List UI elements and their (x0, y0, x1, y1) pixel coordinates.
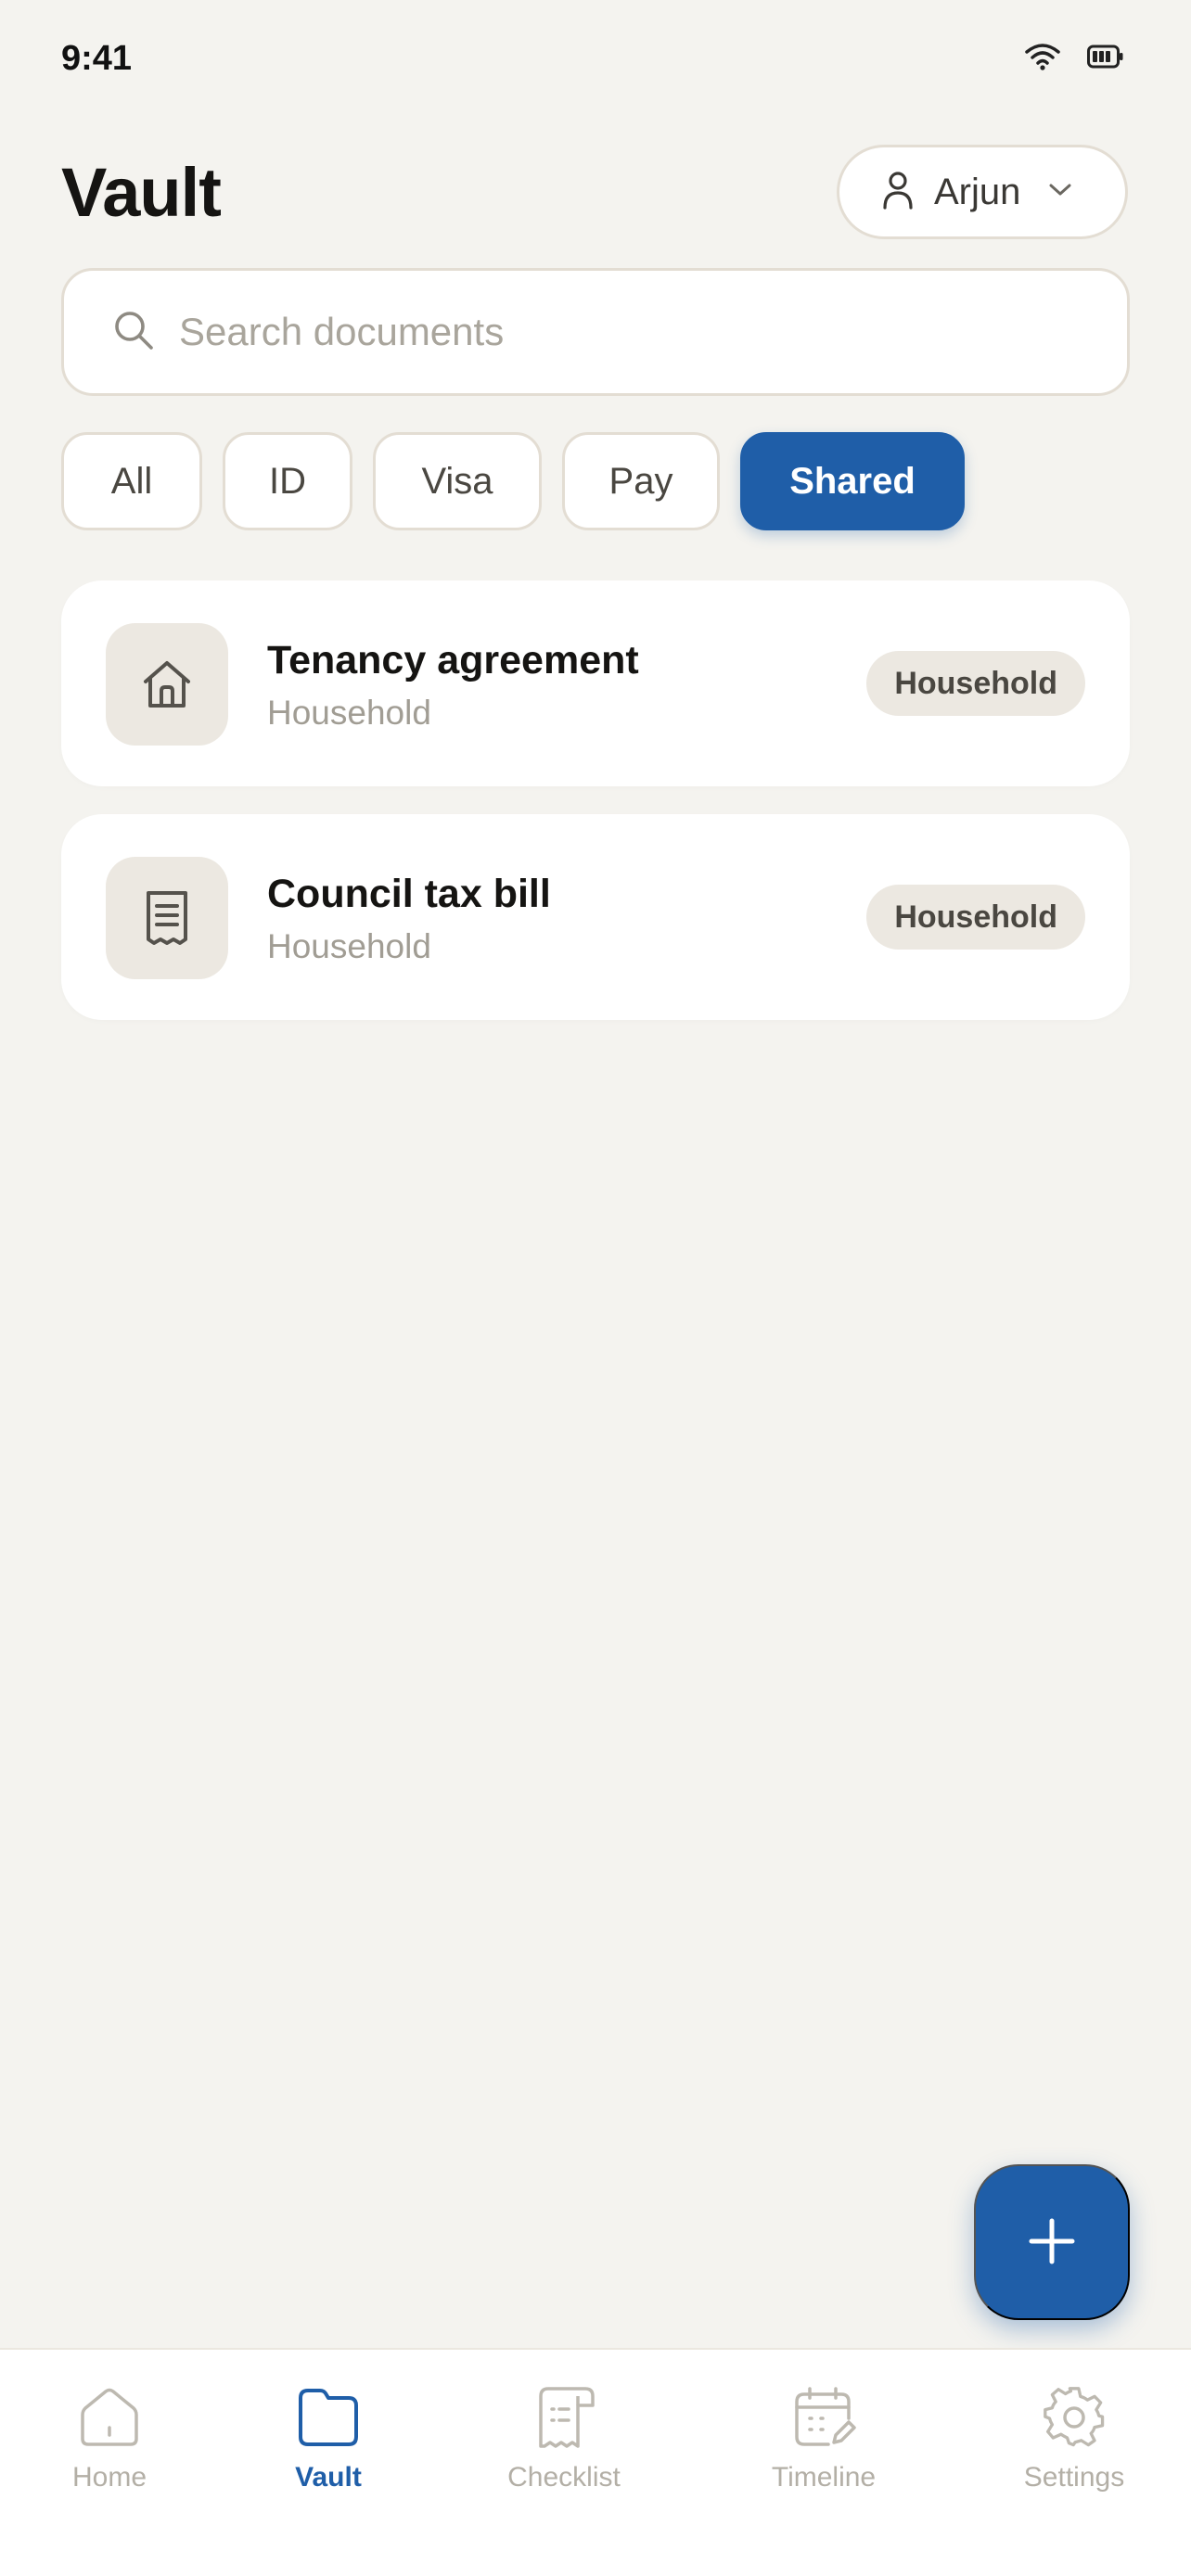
add-document-button[interactable] (974, 2164, 1130, 2320)
filter-chip-pay[interactable]: Pay (562, 432, 720, 530)
nav-item-timeline[interactable]: Timeline (731, 2385, 916, 2493)
nav-label: Vault (295, 2462, 362, 2493)
nav-item-vault[interactable]: Vault (236, 2385, 421, 2493)
house-icon (106, 623, 228, 746)
receipt-icon (106, 857, 228, 979)
calendar-icon (791, 2385, 856, 2455)
folder-icon (296, 2385, 361, 2455)
nav-label: Settings (1023, 2462, 1125, 2493)
profile-name: Arjun (934, 171, 1021, 212)
search-icon (112, 309, 155, 356)
document-title: Tenancy agreement (267, 638, 639, 682)
document-card[interactable]: Tenancy agreement Household Household (61, 580, 1130, 786)
profile-switcher[interactable]: Arjun (837, 145, 1128, 239)
nav-item-settings[interactable]: Settings (981, 2385, 1167, 2493)
chevron-down-icon (1048, 183, 1072, 202)
document-category: Household (267, 694, 431, 732)
filter-chip-visa[interactable]: Visa (373, 432, 542, 530)
search-bar[interactable] (61, 268, 1130, 396)
document-title: Council tax bill (267, 872, 551, 916)
nav-item-home[interactable]: Home (17, 2385, 202, 2493)
battery-icon (1087, 45, 1124, 69)
category-badge: Household (866, 651, 1085, 716)
filter-chip-id[interactable]: ID (223, 432, 352, 530)
category-badge: Household (866, 885, 1085, 950)
document-card[interactable]: Council tax bill Household Household (61, 814, 1130, 1020)
home-icon (77, 2385, 142, 2455)
status-time: 9:41 (61, 39, 133, 78)
nav-item-checklist[interactable]: Checklist (471, 2385, 657, 2493)
checklist-icon (531, 2385, 596, 2455)
document-category: Household (267, 927, 431, 965)
bottom-nav: Home Vault Checklist Timeline Settings (0, 2348, 1191, 2576)
filter-chip-all[interactable]: All (61, 432, 202, 530)
status-bar: 9:41 (0, 0, 1191, 121)
plus-icon (1026, 2215, 1078, 2270)
filter-chip-shared[interactable]: Shared (740, 432, 965, 530)
gear-icon (1042, 2385, 1107, 2455)
user-icon (882, 171, 914, 214)
nav-label: Timeline (771, 2462, 877, 2493)
nav-label: Checklist (507, 2462, 621, 2493)
page-title: Vault (61, 154, 222, 231)
search-input[interactable] (179, 310, 1014, 354)
wifi-icon (1024, 43, 1061, 70)
nav-label: Home (71, 2462, 147, 2493)
status-icons (1024, 43, 1124, 70)
